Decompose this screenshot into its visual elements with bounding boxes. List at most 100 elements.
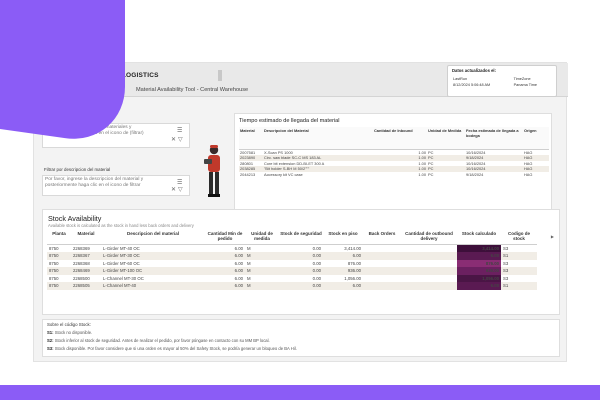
stock-cell: 2268500 [73, 275, 90, 281]
lastrun-value: 8/12/2024 5:06:48 AM [453, 83, 491, 87]
stock-cell: 2268505 [71, 282, 101, 291]
eta-cell: HAG [524, 171, 533, 177]
stock-code-legend: Sobre el código Stock: S1: Stock no disp… [42, 319, 560, 357]
eta-col-uom[interactable]: Unidad de Medida [427, 127, 465, 150]
stock-calculated-cell: 3,414.00 [457, 244, 501, 253]
clear-icon[interactable]: ✕ [171, 137, 176, 143]
table-row[interactable]: 8750 2268505 L-Channel MT-40 6.00 M 0.00 6.00 6… [47, 282, 537, 291]
stock-cell: L-Girder MT-30 OC [101, 252, 205, 260]
eta-col-eta-date[interactable]: Fecha estimada de llegada a bodega [465, 127, 523, 150]
stock-cell: 2268469 [71, 267, 101, 275]
stock-cell: 8750 [49, 245, 59, 251]
stock-cell: 936.00 [323, 267, 363, 275]
filter-icon[interactable]: ▽ [178, 187, 183, 193]
stock-cell [401, 260, 457, 268]
table-row[interactable]: 8750 2268368 L-Girder MT-60 OC 6.00 M 0.00 876… [47, 259, 537, 268]
stock-col-back-orders[interactable]: Back Orders [363, 230, 401, 245]
stock-cell: L-Girder MT-40 OC [103, 245, 140, 251]
table-row[interactable]: 8750 2268469 L-Girder MT-100 OC 6.00 M 0.00 93… [47, 267, 537, 275]
stock-col-safety[interactable]: Stock de seguridad [279, 230, 323, 245]
stock-cell: M [247, 245, 251, 251]
eta-table: Material Descripcion del Material Cantid… [239, 127, 549, 177]
stock-cell: M [245, 282, 279, 291]
stock-cell: L-Girder MT-60 OC [103, 260, 140, 266]
list-icon[interactable]: ☰ [177, 128, 182, 134]
stock-cell [363, 275, 401, 283]
stock-cell [401, 267, 457, 275]
stock-col-outbound[interactable]: Cantidad de outbound delivery [401, 230, 457, 245]
eta-col-material[interactable]: Material [239, 127, 263, 150]
stock-table: Planta Material Descripcion del material… [47, 230, 537, 291]
legend-s1-text: Stock no disponible. [54, 330, 93, 335]
stock-cell: 8750 [47, 282, 71, 291]
page-title: Material Availability Tool - Central War… [136, 87, 249, 93]
stock-col-on-floor[interactable]: Stock en piso [323, 230, 363, 245]
stock-col-min-order[interactable]: Cantidad Min de pedido [205, 230, 245, 245]
eta-col-description[interactable]: Descripcion del Material [263, 127, 373, 150]
table-row[interactable]: 8750 2268369 L-Girder MT-40 OC 6.00 M 0.00 3,4… [47, 244, 537, 253]
description-filter-input[interactable]: Por favor, ingrese la descripcion del ma… [42, 175, 190, 196]
stock-cell: S3 [503, 245, 509, 251]
stock-cell: M [245, 252, 279, 260]
stock-cell: 6.00 [205, 282, 245, 291]
description-filter-icons: ☰ ✕ ▽ [171, 180, 185, 196]
eta-col-inbound[interactable]: Cantidad de Inbound [373, 127, 427, 150]
stock-col-uom[interactable]: Unidad de medida [245, 230, 279, 245]
stock-cell [401, 244, 457, 252]
scroll-right-icon[interactable]: ▶ [551, 234, 554, 239]
stock-calculated-cell: 876.00 [457, 259, 501, 268]
stock-cell: 6.00 [234, 275, 243, 281]
stock-cell: L-Channel MT-30 OC [103, 275, 144, 281]
legend-s3-text: Stock disponible. Por favor considere qu… [54, 346, 297, 351]
stock-cell: 8750 [47, 252, 71, 260]
stock-col-code[interactable]: Codigo de stock [501, 230, 537, 245]
stock-cell: M [245, 267, 279, 275]
stock-cell [401, 252, 457, 260]
stock-col-calculated[interactable]: Stock calculado [457, 230, 501, 245]
stock-subtitle: Available stock is calculated as the sto… [48, 223, 194, 228]
stock-cell: 8750 [47, 267, 71, 275]
last-update-title: Datos actualizados el: [452, 68, 496, 73]
header-divider [218, 70, 222, 81]
table-row[interactable]: 8750 2268500 L-Channel MT-30 OC 6.00 M 0.00 1,… [47, 274, 537, 283]
eta-col-origin[interactable]: Origen [523, 127, 549, 150]
eta-cell: PC [428, 171, 434, 177]
warehouse-worker-illustration [204, 145, 220, 197]
legend-s3: S3: Stock disponible. Por favor consider… [47, 346, 555, 351]
table-row[interactable]: 2044213 Accessory kit VC case 1.00 PC 9/… [239, 172, 549, 178]
stock-col-material[interactable]: Material [71, 230, 101, 245]
timezone-value: Panama Time [513, 83, 538, 87]
description-filter-label: Filtrar por descripcion del material [44, 167, 111, 172]
stock-calculated-cell: 6.00 [457, 282, 501, 291]
table-row[interactable]: 8750 2268367 L-Girder MT-30 OC 6.00 M 0.00 6.0… [47, 252, 537, 260]
decorative-bottom-bar [0, 385, 600, 400]
stock-cell [363, 282, 401, 291]
stock-title: Stock Availability [48, 214, 102, 223]
eta-cell: 9/18/2024 [466, 171, 484, 177]
stock-cell: 0.00 [279, 252, 323, 260]
legend-s3-code: S3: [47, 346, 54, 351]
stock-cell: L-Channel MT-40 [101, 282, 205, 291]
list-icon[interactable]: ☰ [177, 180, 182, 186]
stock-cell: S3 [501, 267, 537, 275]
stock-cell [363, 267, 401, 275]
stock-cell: 8750 [49, 275, 59, 281]
description-filter-placeholder: Por favor, ingrese la descripcion del ma… [45, 177, 144, 189]
eta-cell: 2044213 [240, 171, 256, 177]
stock-cell [363, 252, 401, 260]
stock-cell: 2268368 [73, 260, 90, 266]
stock-cell: 0.00 [312, 275, 321, 281]
material-filter-icons: ☰ ✕ ▽ [171, 128, 185, 144]
stock-cell: S1 [501, 282, 537, 291]
stock-cell: 8750 [49, 260, 59, 266]
stock-cell: 0.00 [312, 260, 321, 266]
filter-icon[interactable]: ▽ [178, 137, 183, 143]
stock-col-description[interactable]: Descripcion del material [101, 230, 205, 245]
legend-s2-code: S2: [47, 338, 54, 343]
stock-calculated-cell: 6.00 [457, 252, 501, 260]
clear-icon[interactable]: ✕ [171, 187, 176, 193]
stock-col-plant[interactable]: Planta [47, 230, 71, 245]
screen: { "header": { "brand": "2 LOGISTICS", "s… [0, 0, 600, 400]
legend-s1-code: S1: [47, 330, 54, 335]
stock-calculated-cell: 1,056.00 [457, 274, 501, 283]
